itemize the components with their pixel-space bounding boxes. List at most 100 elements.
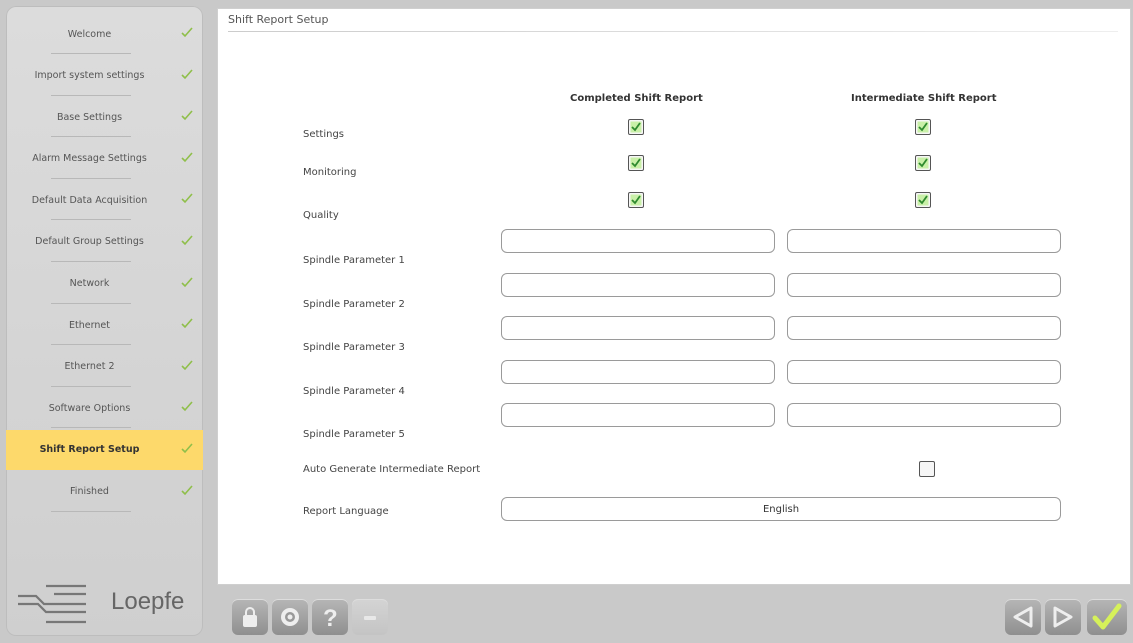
sidebar-item-ethernet[interactable]: Ethernet: [6, 305, 203, 346]
sidebar-item-label: Ethernet 2: [64, 361, 115, 373]
monitoring-completed-checkbox[interactable]: [628, 155, 644, 171]
spindle-parameter-1-label: Spindle Parameter 1: [303, 255, 405, 266]
spindle-parameter-4-intermediate-input[interactable]: [787, 359, 1061, 384]
check-icon: [181, 443, 193, 454]
check-icon: [181, 69, 193, 79]
settings-completed-checkbox[interactable]: [628, 119, 644, 135]
quality-completed-checkbox[interactable]: [628, 192, 644, 208]
auto-generate-checkbox[interactable]: [919, 461, 935, 477]
sidebar-item-label: Shift Report Setup: [39, 444, 140, 456]
sidebar-divider: [51, 344, 131, 346]
sidebar-divider: [51, 136, 131, 138]
check-icon: [181, 360, 193, 370]
sidebar-divider: [51, 510, 131, 512]
sidebar-divider: [51, 302, 131, 304]
spindle-parameter-5-label: Spindle Parameter 5: [303, 429, 405, 440]
check-icon: [181, 152, 193, 162]
spindle-parameter-4-label: Spindle Parameter 4: [303, 385, 405, 397]
main-panel: Shift Report Setup Completed Shift Repor…: [217, 8, 1131, 585]
check-icon: [181, 318, 193, 329]
spindle-parameter-5-intermediate-input[interactable]: [787, 403, 1061, 427]
check-icon: [181, 193, 193, 204]
sidebar-item-label: Default Group Settings: [35, 236, 144, 248]
sidebar-item-network[interactable]: Network: [6, 264, 203, 304]
sidebar-item-welcome[interactable]: Welcome: [6, 14, 203, 54]
sidebar-item-alarm-message-settings[interactable]: Alarm Message Settings: [6, 139, 203, 179]
check-icon: [181, 401, 193, 412]
spindle-parameter-5-completed-input[interactable]: [501, 403, 775, 427]
sidebar-item-software-options[interactable]: Software Options: [6, 388, 203, 429]
sidebar-item-label: Software Options: [48, 402, 131, 414]
report-language-value: English: [762, 503, 800, 515]
monitoring-intermediate-checkbox[interactable]: [915, 155, 931, 171]
spindle-parameter-2-completed-input[interactable]: [501, 272, 775, 297]
sidebar-item-base-settings[interactable]: Base Settings: [6, 97, 203, 138]
sidebar-item-default-group-settings[interactable]: Default Group Settings: [6, 222, 203, 262]
checkmark-icon: [917, 157, 929, 169]
sidebar-item-default-data-acquisition[interactable]: Default Data Acquisition: [6, 180, 203, 221]
checkmark-icon: [630, 194, 642, 206]
quality-intermediate-checkbox[interactable]: [915, 192, 931, 208]
help-button[interactable]: ?: [312, 599, 348, 635]
back-button[interactable]: [1005, 599, 1041, 635]
sidebar-item-label: Finished: [70, 486, 109, 498]
row-label-quality: Quality: [303, 210, 339, 221]
sidebar-item-label: Network: [69, 278, 110, 290]
sidebar-divider: [51, 177, 131, 179]
check-icon: [181, 485, 193, 495]
spindle-parameter-4-completed-input[interactable]: [501, 359, 775, 384]
loepfe-logo: Loepfe: [16, 578, 196, 628]
title-divider: [228, 31, 1118, 32]
wizard-sidebar: Welcome Import system settings Base Settin…: [6, 6, 203, 636]
lock-icon: [243, 607, 257, 627]
checkmark-icon: [630, 157, 642, 169]
language-button[interactable]: [272, 599, 308, 635]
sidebar-item-shift-report-setup[interactable]: Shift Report Setup: [6, 429, 203, 470]
sidebar-item-label: Ethernet: [69, 319, 110, 331]
sidebar-item-finished[interactable]: Finished: [6, 472, 203, 512]
sidebar-divider: [51, 53, 131, 54]
sidebar-divider: [51, 385, 131, 387]
check-icon: [181, 110, 193, 121]
row-label-monitoring: Monitoring: [303, 167, 357, 178]
sidebar-item-label: Default Data Acquisition: [31, 194, 148, 206]
page-title: Shift Report Setup: [228, 13, 329, 26]
finish-check-icon: [1092, 603, 1122, 630]
check-icon: [181, 27, 193, 38]
back-icon: [1013, 606, 1033, 628]
checkmark-icon: [630, 121, 642, 133]
spindle-parameter-1-intermediate-input[interactable]: [787, 229, 1061, 253]
spindle-parameter-3-label: Spindle Parameter 3: [303, 342, 405, 353]
svg-text:?: ?: [323, 605, 338, 630]
lock-button[interactable]: [232, 599, 268, 635]
sidebar-item-label: Import system settings: [34, 70, 145, 82]
disabled-button: [352, 599, 388, 635]
report-language-label: Report Language: [303, 506, 389, 517]
column-header-intermediate: Intermediate Shift Report: [851, 93, 997, 104]
settings-intermediate-checkbox[interactable]: [915, 119, 931, 135]
globe-icon: [281, 608, 299, 626]
spindle-parameter-2-label: Spindle Parameter 2: [303, 298, 405, 310]
report-language-select[interactable]: English: [501, 497, 1061, 521]
sidebar-item-label: Alarm Message Settings: [32, 153, 147, 165]
sidebar-item-label: Welcome: [67, 28, 112, 40]
finish-button[interactable]: [1087, 599, 1127, 635]
checkmark-icon: [917, 121, 929, 133]
sidebar-divider: [51, 260, 131, 262]
sidebar-item-import-system-settings[interactable]: Import system settings: [6, 56, 203, 96]
disabled-icon: [364, 616, 376, 620]
forward-icon: [1053, 606, 1073, 628]
sidebar-item-ethernet-2[interactable]: Ethernet 2: [6, 347, 203, 387]
forward-button[interactable]: [1045, 599, 1081, 635]
sidebar-item-label: Base Settings: [56, 111, 123, 123]
row-label-settings: Settings: [303, 129, 345, 140]
wizard-step-list: Welcome Import system settings Base Settin…: [6, 14, 203, 513]
auto-generate-label: Auto Generate Intermediate Report: [303, 464, 481, 475]
sidebar-divider: [51, 94, 131, 96]
spindle-parameter-2-intermediate-input[interactable]: [787, 272, 1061, 297]
spindle-parameter-3-completed-input[interactable]: [501, 316, 775, 340]
check-icon: [181, 235, 193, 246]
checkmark-icon: [917, 194, 929, 206]
spindle-parameter-3-intermediate-input[interactable]: [787, 316, 1061, 340]
spindle-parameter-1-completed-input[interactable]: [501, 229, 775, 253]
